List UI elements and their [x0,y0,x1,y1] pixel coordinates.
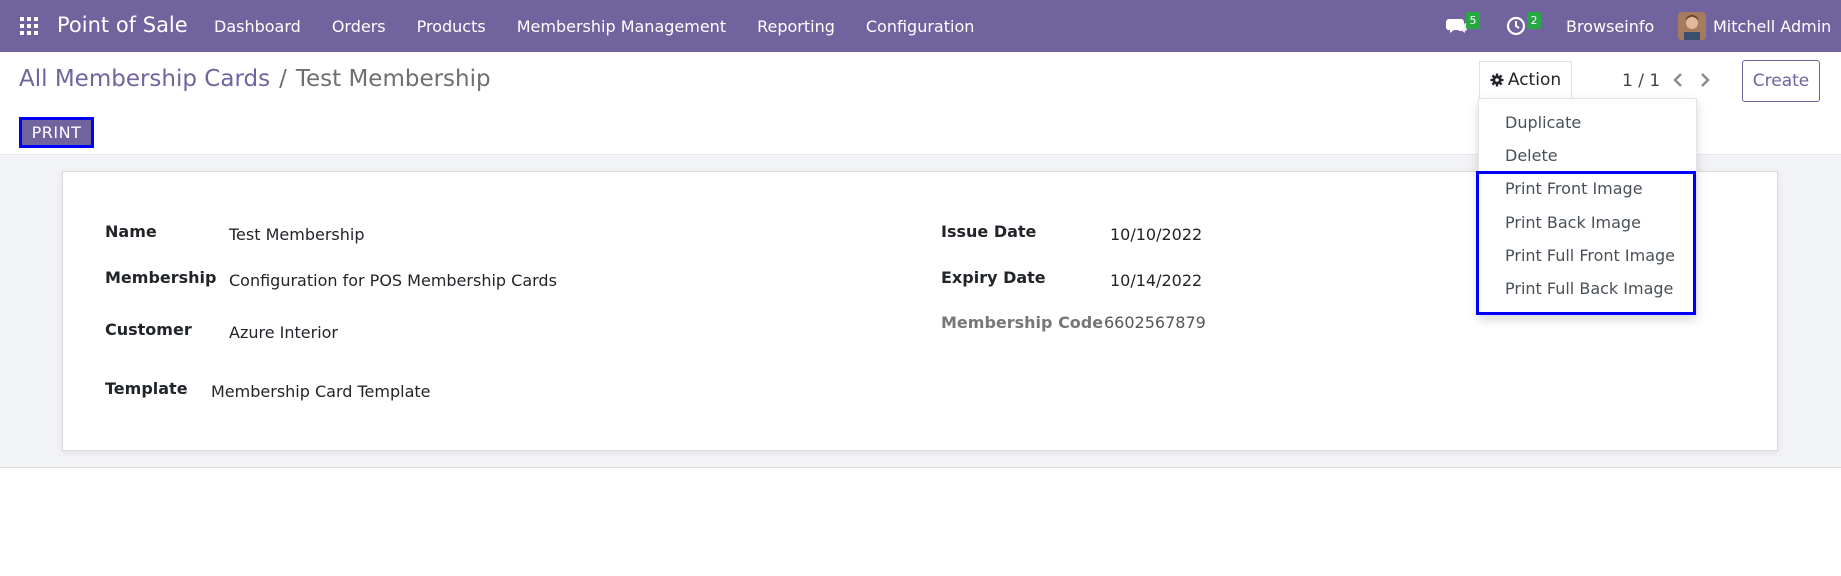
create-button[interactable]: Create [1742,60,1820,102]
expiry-date-field[interactable]: 10/14/2022 [1110,271,1202,290]
apps-grid-icon[interactable] [20,17,40,35]
activities-systray[interactable] [1506,0,1526,52]
menu-configuration[interactable]: Configuration [866,17,975,36]
menu-products[interactable]: Products [417,17,486,36]
membership-code-field: 6602567879 [1104,313,1206,332]
menu-reporting[interactable]: Reporting [757,17,835,36]
menu-dashboard[interactable]: Dashboard [214,17,301,36]
company-switcher[interactable]: Browseinfo [1566,0,1654,52]
user-menu[interactable]: Mitchell Admin [1678,0,1831,52]
pager-value[interactable]: 1 / 1 [1622,71,1660,91]
name-label: Name [105,222,157,241]
messages-systray[interactable] [1446,0,1468,52]
name-field[interactable]: Test Membership [229,225,364,244]
membership-field[interactable]: Configuration for POS Membership Cards [229,271,557,290]
gear-icon [1490,73,1504,87]
user-name: Mitchell Admin [1713,16,1832,36]
menu-orders[interactable]: Orders [332,17,386,36]
print-button[interactable]: PRINT [19,117,94,148]
menu-membership-management[interactable]: Membership Management [517,17,726,36]
breadcrumb-current: Test Membership [295,66,491,92]
membership-code-label: Membership Code [941,313,1104,332]
customer-label: Customer [105,320,192,339]
clock-icon [1506,16,1526,36]
pager-next-icon[interactable] [1697,70,1713,90]
app-brand[interactable]: Point of Sale [57,13,188,37]
breadcrumb-parent-link[interactable]: All Membership Cards [19,66,270,92]
menu-item-print-back-image[interactable]: Print Back Image [1505,213,1641,232]
menu-item-print-full-back-image[interactable]: Print Full Back Image [1505,279,1673,298]
pager-previous-icon[interactable] [1670,70,1686,90]
issue-date-field[interactable]: 10/10/2022 [1110,225,1202,244]
menu-item-print-front-image[interactable]: Print Front Image [1505,179,1643,198]
customer-field[interactable]: Azure Interior [229,323,338,342]
expiry-date-label: Expiry Date [941,268,1046,287]
menu-item-duplicate[interactable]: Duplicate [1505,113,1581,132]
avatar [1678,12,1706,40]
menu-item-print-full-front-image[interactable]: Print Full Front Image [1505,246,1675,265]
activities-badge: 2 [1527,12,1541,29]
membership-label: Membership [105,268,217,287]
messages-badge: 5 [1466,12,1480,29]
action-label: Action [1507,70,1562,90]
template-label: Template [105,379,188,398]
action-menu-button[interactable]: Action [1479,61,1572,98]
main-menu: Dashboard Orders Products Membership Man… [214,0,1005,52]
template-field[interactable]: Membership Card Template [211,382,431,401]
breadcrumb: All Membership Cards / Test Membership [19,66,491,92]
menu-item-delete[interactable]: Delete [1505,146,1558,165]
action-dropdown-menu: Duplicate Delete Print Front Image Print… [1478,98,1697,316]
breadcrumb-separator: / [279,66,287,92]
chat-icon [1446,19,1467,33]
top-navbar: Point of Sale Dashboard Orders Products … [0,0,1841,52]
issue-date-label: Issue Date [941,222,1037,241]
